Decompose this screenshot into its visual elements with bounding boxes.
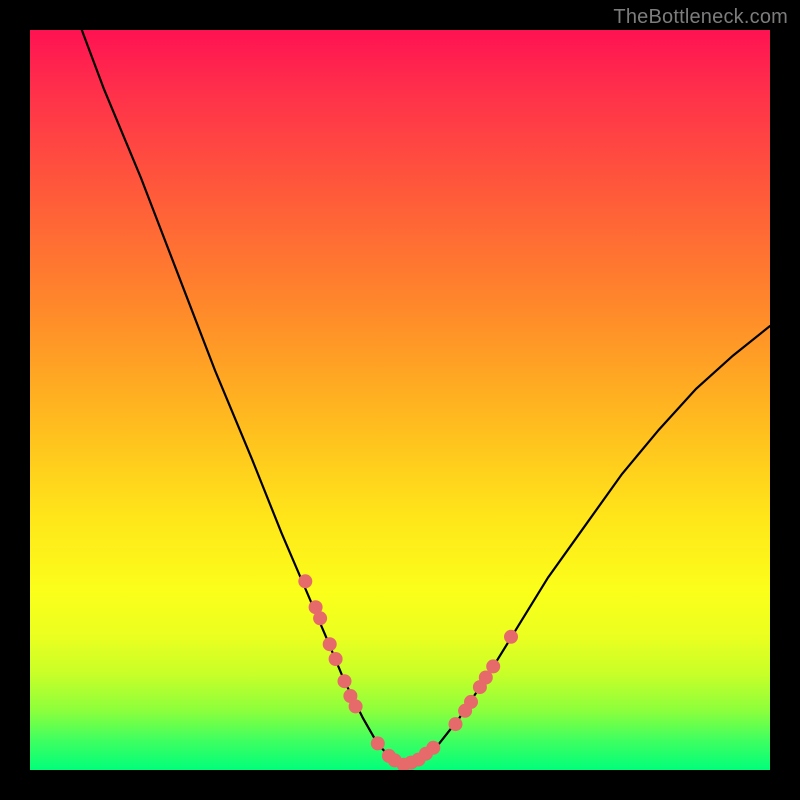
- chart-frame: TheBottleneck.com: [0, 0, 800, 800]
- data-marker: [449, 717, 463, 731]
- data-marker: [298, 574, 312, 588]
- bottleneck-curve: [82, 30, 770, 766]
- plot-area: [30, 30, 770, 770]
- data-marker: [486, 659, 500, 673]
- chart-svg: [30, 30, 770, 770]
- data-marker: [504, 630, 518, 644]
- data-marker: [323, 637, 337, 651]
- data-marker: [426, 741, 440, 755]
- data-marker: [464, 695, 478, 709]
- data-marker: [329, 652, 343, 666]
- data-marker: [371, 736, 385, 750]
- watermark-text: TheBottleneck.com: [613, 6, 788, 29]
- data-marker: [338, 674, 352, 688]
- data-marker: [349, 699, 363, 713]
- data-marker: [313, 611, 327, 625]
- data-markers: [298, 574, 518, 770]
